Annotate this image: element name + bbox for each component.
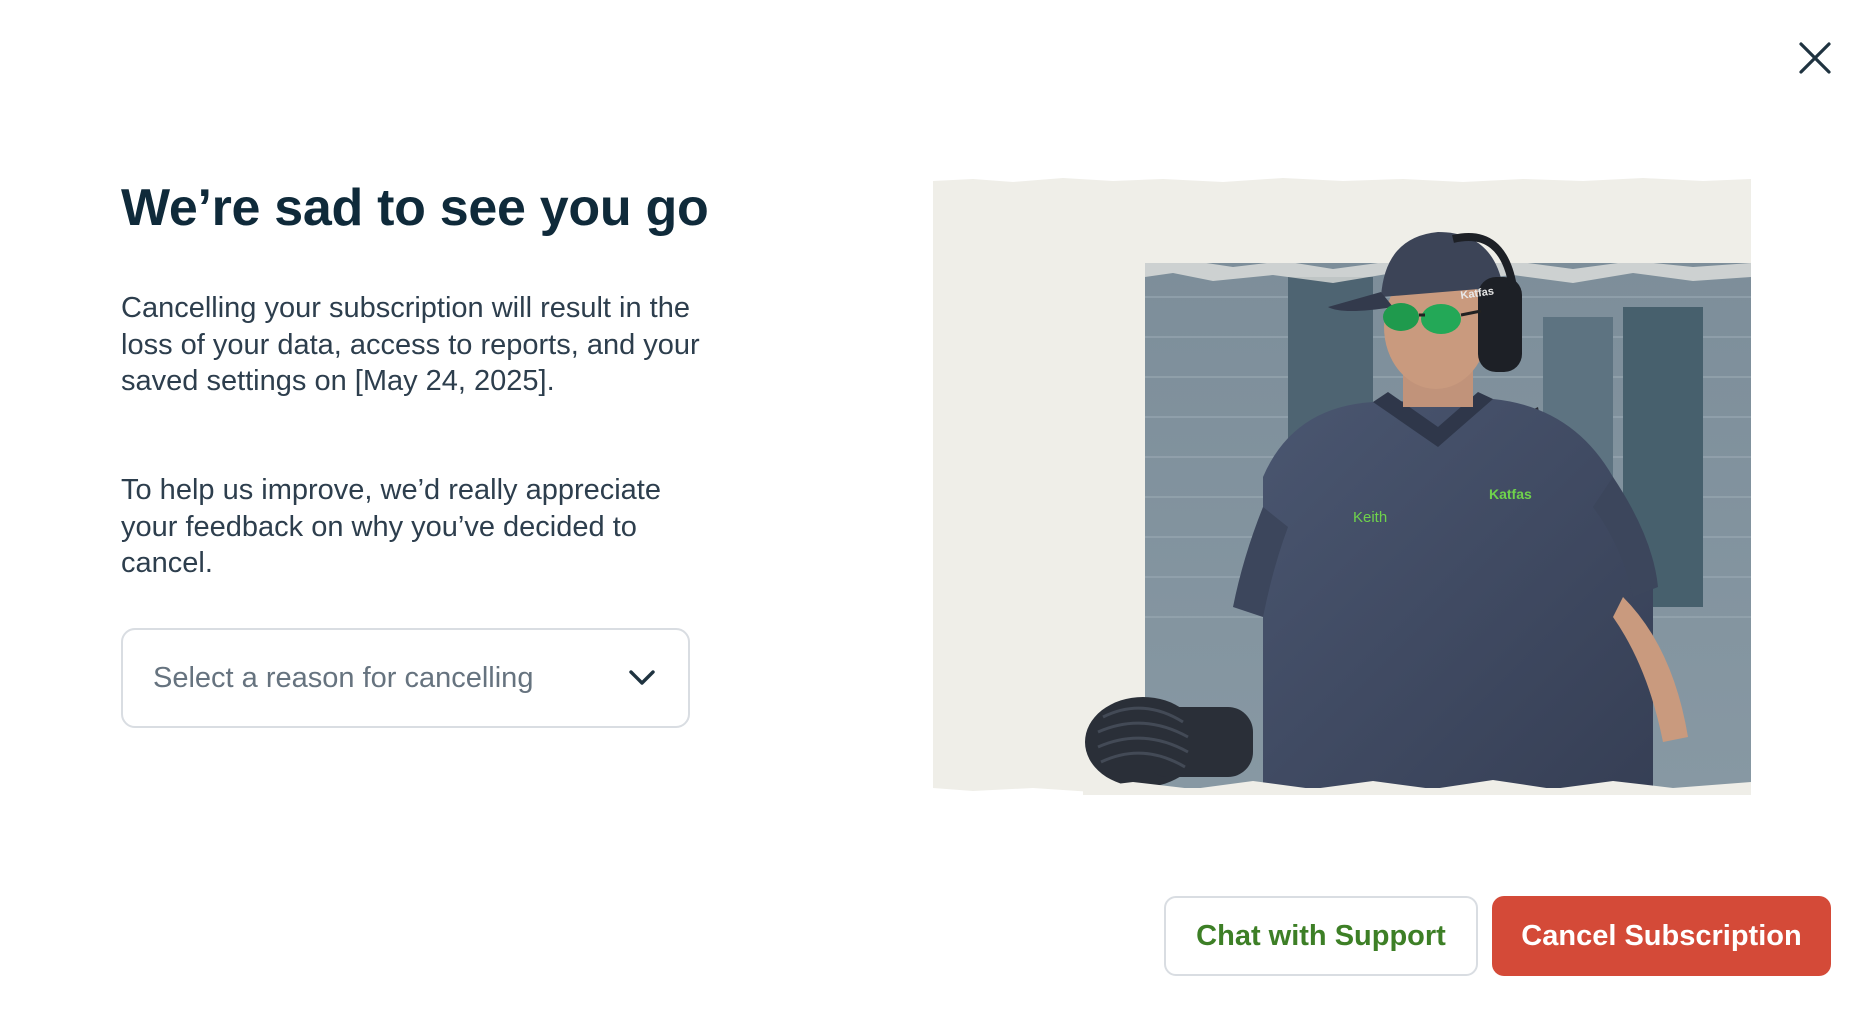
- close-icon: [1799, 42, 1831, 74]
- feedback-request: To help us improve, we’d really apprecia…: [121, 474, 661, 579]
- chat-with-support-button[interactable]: Chat with Support: [1164, 896, 1478, 976]
- cancel-reason-select[interactable]: Select a reason for cancelling: [121, 628, 690, 728]
- data-loss-warning: Cancelling your subscription will result…: [121, 292, 700, 397]
- hero-image: Keith Katfas Katfas: [933, 177, 1751, 795]
- dialog-title: We’re sad to see you go: [121, 179, 709, 237]
- close-button[interactable]: [1795, 38, 1835, 78]
- cancel-reason-placeholder: Select a reason for cancelling: [153, 661, 534, 694]
- shirt-name-label: Keith: [1353, 509, 1387, 526]
- cancel-subscription-dialog: We’re sad to see you go Cancelling your …: [0, 0, 1862, 1014]
- cancel-subscription-button[interactable]: Cancel Subscription: [1492, 896, 1831, 976]
- shirt-brand-label: Katfas: [1489, 486, 1532, 502]
- chevron-down-icon: [626, 662, 658, 694]
